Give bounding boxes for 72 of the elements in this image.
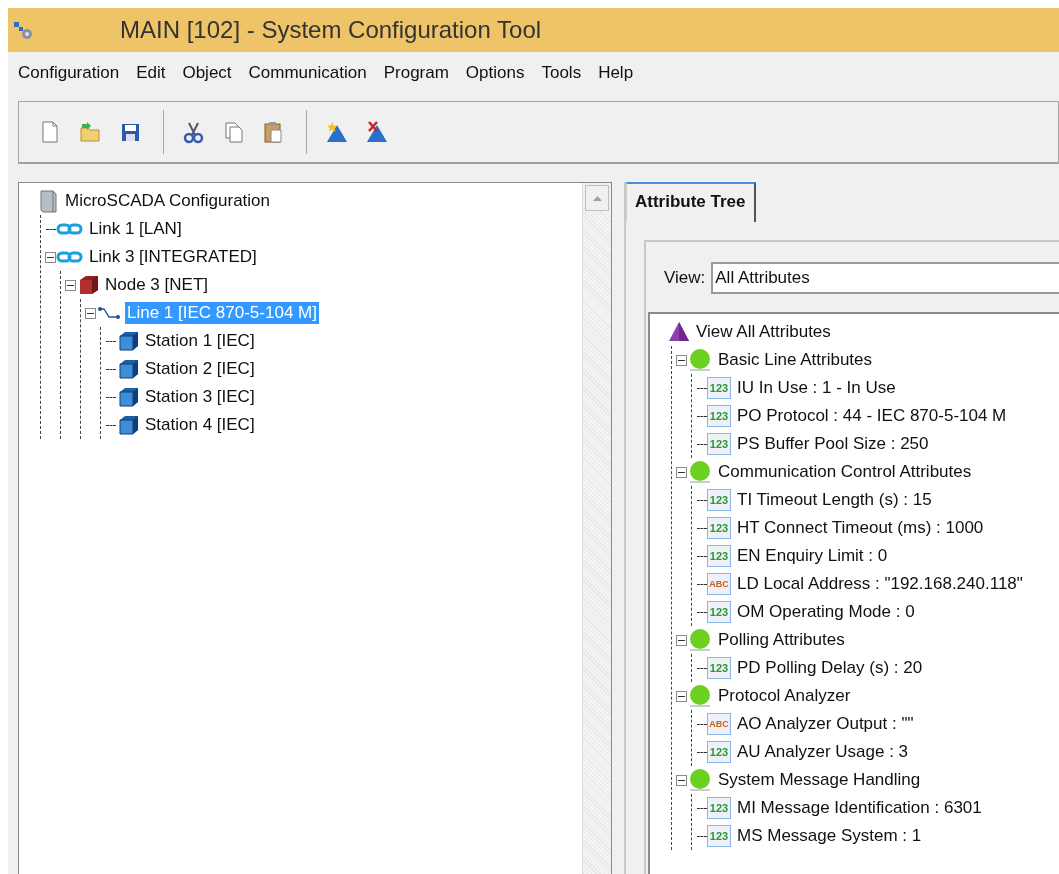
type-badge: 123 xyxy=(707,657,731,679)
tree-item[interactable]: Station 4 [IEC] xyxy=(143,414,257,436)
menu-item[interactable]: Program xyxy=(383,63,457,83)
tree-item[interactable]: System Message Handling xyxy=(716,769,923,791)
menu-item[interactable]: Object xyxy=(182,63,240,83)
collapse-icon[interactable] xyxy=(676,354,687,366)
circle-icon xyxy=(687,628,713,652)
collapse-icon[interactable] xyxy=(45,251,56,263)
collapse-icon[interactable] xyxy=(65,279,76,291)
type-badge: 123 xyxy=(707,377,731,399)
tree-item[interactable]: PS Buffer Pool Size : 250 xyxy=(735,433,931,455)
tree-item[interactable]: MS Message System : 1 xyxy=(735,825,924,847)
tree-item[interactable]: AU Analyzer Usage : 3 xyxy=(735,741,911,763)
tree-item[interactable]: IU In Use : 1 - In Use xyxy=(735,377,898,399)
triangle-icon xyxy=(667,320,691,344)
tree-item[interactable]: Protocol Analyzer xyxy=(716,685,853,707)
tree-item[interactable]: TI Timeout Length (s) : 15 xyxy=(735,489,934,511)
tree-item[interactable]: Station 1 [IEC] xyxy=(143,330,257,352)
circle-icon xyxy=(687,348,713,372)
tree-item[interactable]: Station 2 [IEC] xyxy=(143,358,257,380)
menu-item[interactable]: Edit xyxy=(136,63,174,83)
tree-item[interactable]: Node 3 [NET] xyxy=(103,274,210,296)
collapse-icon[interactable] xyxy=(676,634,687,646)
window-title: MAIN [102] - System Configuration Tool xyxy=(120,16,542,44)
app-icon xyxy=(12,20,34,40)
tree-item[interactable]: OM Operating Mode : 0 xyxy=(735,601,917,623)
tree-item[interactable]: PD Polling Delay (s) : 20 xyxy=(735,657,925,679)
cube-icon xyxy=(116,357,140,381)
type-badge: 123 xyxy=(707,825,731,847)
type-badge: 123 xyxy=(707,405,731,427)
tree-item[interactable]: Link 3 [INTEGRATED] xyxy=(87,246,259,268)
cube-icon xyxy=(116,413,140,437)
tree-item[interactable]: Basic Line Attributes xyxy=(716,349,875,371)
type-badge: 123 xyxy=(707,517,731,539)
collapse-icon[interactable] xyxy=(676,774,687,786)
tree-item[interactable]: View All Attributes xyxy=(694,321,833,343)
type-badge: 123 xyxy=(707,741,731,763)
tree-item[interactable]: Link 1 [LAN] xyxy=(87,218,184,240)
cube-icon xyxy=(116,329,140,353)
tree-item[interactable]: LD Local Address : "192.168.240.118" xyxy=(735,573,1025,595)
menu-item[interactable]: Configuration xyxy=(18,63,128,83)
tree-item[interactable]: Polling Attributes xyxy=(716,629,847,651)
up-arrow-icon xyxy=(591,194,603,202)
type-badge: 123 xyxy=(707,601,731,623)
circle-icon xyxy=(687,684,713,708)
collapse-icon[interactable] xyxy=(85,307,96,319)
tab[interactable]: Attribute Tree xyxy=(626,182,756,222)
collapse-icon[interactable] xyxy=(676,466,687,478)
type-badge: 123 xyxy=(707,433,731,455)
view-field[interactable]: All Attributes xyxy=(711,262,1059,294)
tree-item[interactable]: Station 3 [IEC] xyxy=(143,386,257,408)
cube-icon xyxy=(116,385,140,409)
type-badge: 123 xyxy=(707,797,731,819)
type-badge: ABC xyxy=(707,573,731,595)
menu-item[interactable]: Communication xyxy=(248,63,375,83)
tree-item[interactable]: PO Protocol : 44 - IEC 870-5-104 M xyxy=(735,405,1009,427)
view-label: View: xyxy=(664,268,706,288)
tree-item[interactable]: Communication Control Attributes xyxy=(716,461,974,483)
tree-item[interactable]: AO Analyzer Output : "" xyxy=(735,713,916,735)
circle-icon xyxy=(687,768,713,792)
type-badge: 123 xyxy=(707,545,731,567)
type-badge: ABC xyxy=(707,713,731,735)
type-badge: 123 xyxy=(707,489,731,511)
collapse-icon[interactable] xyxy=(676,690,687,702)
tree-item[interactable]: HT Connect Timeout (ms) : 1000 xyxy=(735,517,986,539)
tree-item[interactable]: EN Enquiry Limit : 0 xyxy=(735,545,890,567)
menu-item[interactable]: Options xyxy=(465,63,533,83)
tree-item[interactable]: MicroSCADA Configuration xyxy=(63,190,273,212)
menu-item[interactable]: Tools xyxy=(541,63,590,83)
tree-item[interactable]: MI Message Identification : 6301 xyxy=(735,797,984,819)
menu-item[interactable]: Help xyxy=(598,63,642,83)
circle-icon xyxy=(687,460,713,484)
